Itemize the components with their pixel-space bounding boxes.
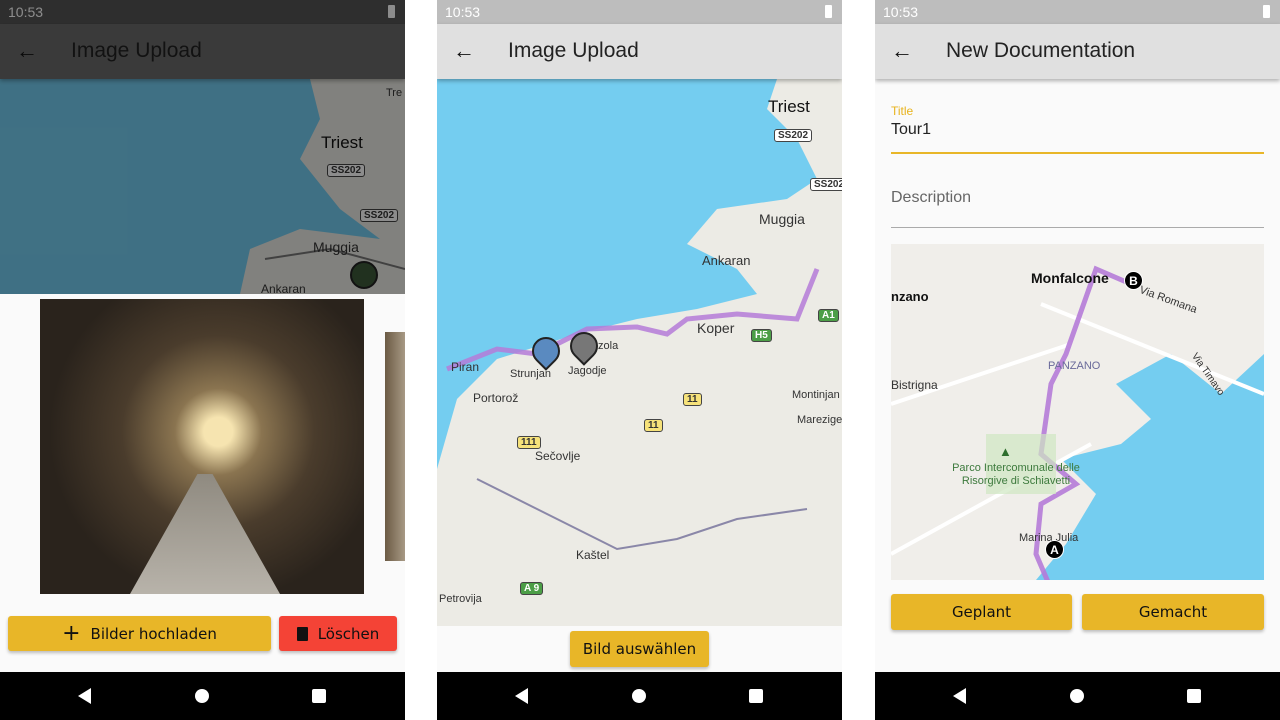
status-bar: 10:53: [875, 0, 1280, 24]
nav-home-icon[interactable]: [195, 689, 209, 703]
road-shield: 11: [644, 419, 663, 432]
nav-back-icon[interactable]: [515, 688, 528, 704]
next-photo-thumbnail[interactable]: [385, 332, 405, 561]
map-land: [437, 79, 842, 626]
map-label: Petrovija: [439, 593, 482, 605]
nav-recents-icon[interactable]: [312, 689, 326, 703]
system-nav-bar: [875, 672, 1280, 720]
map-label: Bistrigna: [891, 378, 938, 392]
app-bar: ← New Documentation: [875, 24, 1280, 79]
delete-button[interactable]: Löschen: [279, 616, 397, 651]
map-label: Sečovlje: [535, 449, 581, 463]
map-label: Monfalcone: [1031, 270, 1109, 286]
marker-a[interactable]: A: [1045, 540, 1064, 559]
map-label: Koper: [697, 320, 735, 336]
road-shield: H5: [751, 329, 772, 342]
road-shield: SS202: [774, 129, 813, 142]
status-time: 10:53: [445, 4, 481, 20]
description-placeholder: Description: [891, 189, 972, 206]
nav-back-icon[interactable]: [953, 688, 966, 704]
page-title: Image Upload: [508, 39, 639, 62]
description-field[interactable]: Description: [891, 180, 1264, 228]
planned-label: Geplant: [951, 603, 1012, 621]
title-field[interactable]: Title Tour1: [891, 104, 1264, 154]
map-label: Portorož: [473, 391, 519, 405]
title-field-label: Title: [891, 104, 914, 118]
upload-label: Bilder hochladen: [90, 624, 217, 643]
back-arrow-icon[interactable]: ←: [453, 38, 475, 64]
nav-recents-icon[interactable]: [1187, 689, 1201, 703]
map-label: Parco Intercomunale delle Risorgive di S…: [952, 462, 1080, 487]
map-label: nzano: [891, 289, 929, 304]
nav-home-icon[interactable]: [632, 689, 646, 703]
done-label: Gemacht: [1138, 603, 1208, 621]
battery-icon: [1263, 5, 1270, 18]
modal-overlay: [0, 0, 405, 294]
select-image-label: Bild auswählen: [582, 640, 697, 658]
map-label: Ankaran: [702, 253, 751, 268]
road-shield: SS202: [810, 178, 842, 191]
map-label: Triest: [768, 97, 810, 116]
status-time: 10:53: [883, 4, 919, 20]
nav-home-icon[interactable]: [1070, 689, 1084, 703]
park-tree-icon: ▲: [999, 444, 1012, 459]
plus-icon: +: [62, 621, 81, 646]
nav-back-icon[interactable]: [78, 688, 91, 704]
marker-b[interactable]: B: [1124, 271, 1143, 290]
map-label: Jagodje: [568, 365, 607, 377]
upload-images-button[interactable]: + Bilder hochladen: [8, 616, 271, 651]
tunnel-photo[interactable]: [40, 299, 364, 594]
map-shapes: [891, 265, 1264, 580]
screen-image-upload-1: 10:53 ← Image Upload Triest Muggia Ankar…: [0, 0, 405, 720]
map-view[interactable]: Triest Muggia Ankaran Koper Piran Portor…: [437, 79, 842, 626]
road-shield: A 9: [520, 582, 544, 595]
delete-label: Löschen: [317, 624, 380, 643]
done-button[interactable]: Gemacht: [1082, 594, 1264, 630]
road-shield: 111: [517, 436, 541, 449]
map-label: Muggia: [759, 211, 805, 227]
page-title: New Documentation: [946, 39, 1136, 62]
map-label: Piran: [451, 360, 480, 374]
system-nav-bar: [0, 672, 405, 720]
title-field-value: Tour1: [891, 121, 932, 138]
map-label: PANZANO: [1048, 360, 1101, 372]
app-bar: ← Image Upload: [437, 24, 842, 79]
trash-icon: [296, 626, 308, 641]
road-shield: A1: [818, 309, 839, 322]
select-image-button[interactable]: Bild auswählen: [570, 631, 709, 667]
map-label: Kaštel: [576, 548, 610, 562]
system-nav-bar: [437, 672, 842, 720]
route-map[interactable]: Monfalcone Via Romana nzano PANZANO Bist…: [891, 244, 1264, 580]
battery-icon: [825, 5, 832, 18]
back-arrow-icon[interactable]: ←: [891, 38, 913, 64]
nav-recents-icon[interactable]: [749, 689, 763, 703]
map-label: Montinjan: [792, 389, 840, 401]
screen-image-upload-2: 10:53 ← Image Upload Triest Muggia Ankar…: [437, 0, 842, 720]
road-shield: 11: [683, 393, 702, 406]
map-label: Marezige: [797, 414, 842, 426]
screen-new-documentation: 10:53 ← New Documentation Title Tour1 De…: [875, 0, 1280, 720]
planned-button[interactable]: Geplant: [891, 594, 1072, 630]
tunnel-path: [130, 474, 280, 594]
status-bar: 10:53: [437, 0, 842, 24]
